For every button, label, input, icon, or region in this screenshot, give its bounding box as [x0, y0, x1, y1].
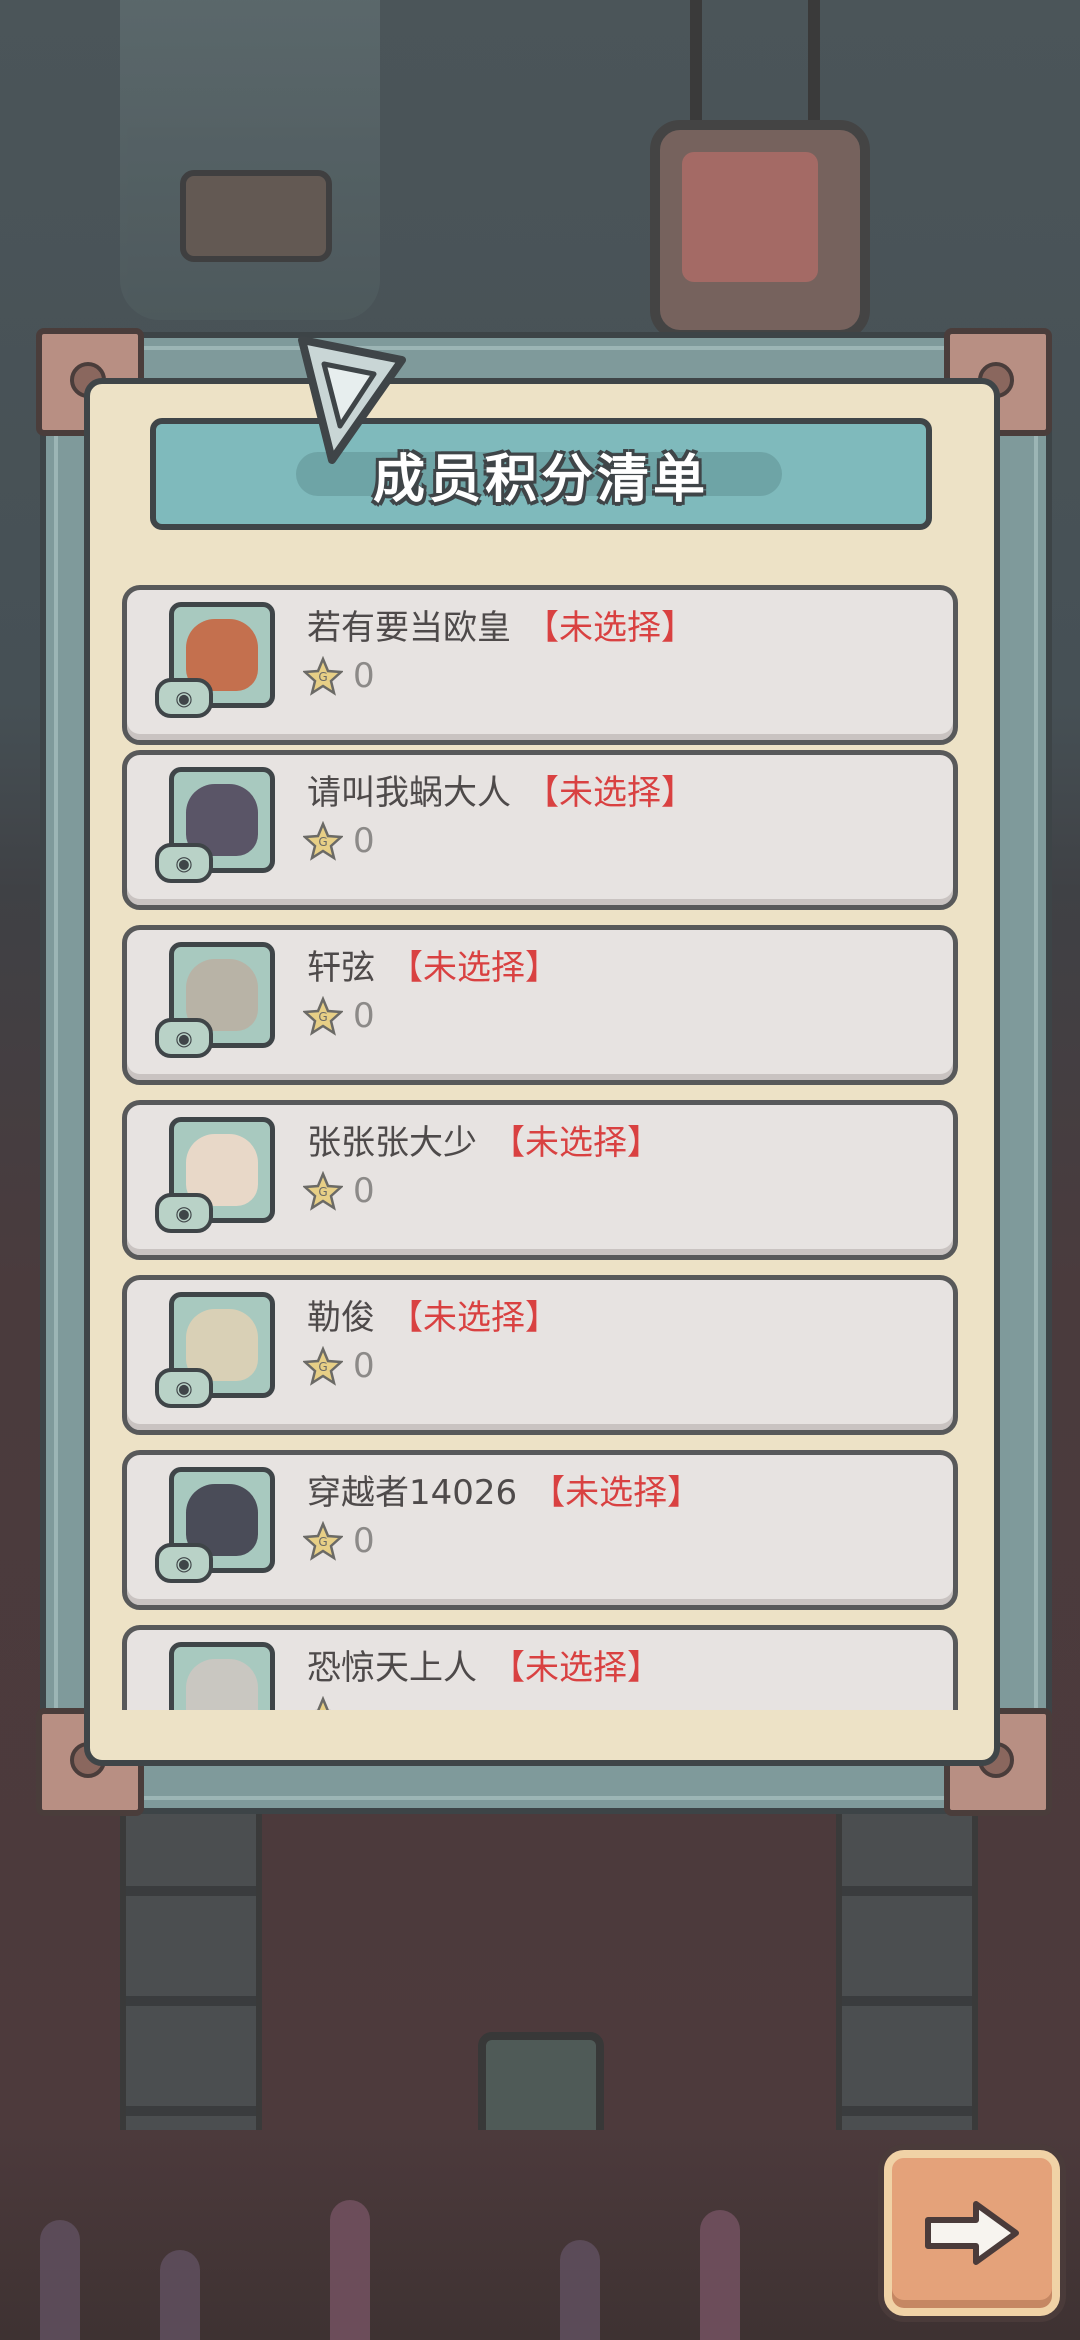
member-status: 【未选择】	[531, 1473, 702, 1513]
member-status: 【未选择】	[389, 1298, 559, 1338]
score-value: 0	[353, 1346, 375, 1386]
eye-icon[interactable]: ◉	[155, 1543, 213, 1583]
member-name: 若有要当欧皇 【未选择】	[307, 608, 695, 648]
member-name: 恐惊天上人 【未选择】	[307, 1648, 661, 1688]
member-name: 轩弦 【未选择】	[307, 948, 559, 988]
member-status: 【未选择】	[525, 773, 695, 813]
member-status: 【未选择】	[389, 948, 559, 988]
member-card[interactable]: ◉ 张张张大少 【未选择】 G 0	[122, 1100, 958, 1260]
star-icon: G	[314, 1696, 332, 1710]
next-button[interactable]	[884, 2150, 1060, 2316]
score-row: G 0	[303, 1171, 375, 1211]
star-icon: G	[303, 1171, 343, 1211]
member-list[interactable]: ◉ 若有要当欧皇 【未选择】 G 0 ◉ 请叫我蜗大人 【未选择】 G 0 ◉ 轩弦…	[110, 585, 962, 1710]
member-card[interactable]: ◉ 轩弦 【未选择】 G 0	[122, 925, 958, 1085]
member-card[interactable]: ◉ 请叫我蜗大人 【未选择】 G 0	[122, 750, 958, 910]
avatar[interactable]	[169, 1642, 275, 1710]
score-row: G 0	[303, 656, 375, 696]
score-value: 0	[353, 1521, 375, 1561]
triangle-emblem-icon	[298, 336, 406, 464]
member-name: 张张张大少 【未选择】	[307, 1123, 661, 1163]
member-card[interactable]: ◉ 恐惊天上人【未选择】 G	[122, 1625, 958, 1710]
arrow-right-icon	[925, 2201, 1019, 2265]
member-status: 【未选择】	[491, 1648, 661, 1688]
background-chain	[690, 0, 702, 140]
star-icon: G	[303, 1521, 343, 1561]
eye-icon[interactable]: ◉	[155, 1193, 213, 1233]
star-icon: G	[303, 656, 343, 696]
svg-text:G: G	[318, 835, 327, 849]
eye-icon[interactable]: ◉	[155, 678, 213, 718]
member-name: 请叫我蜗大人 【未选择】	[307, 773, 695, 813]
star-icon: G	[303, 821, 343, 861]
star-icon: G	[303, 1346, 343, 1386]
score-value: 0	[353, 821, 375, 861]
title-plate: 成员积分清单	[150, 418, 932, 530]
svg-text:G: G	[318, 1010, 327, 1024]
svg-text:G: G	[318, 670, 327, 684]
score-value: 0	[353, 1171, 375, 1211]
background-tv	[650, 120, 870, 340]
member-card[interactable]: ◉ 穿越者14026 【未选择】 G 0	[122, 1450, 958, 1610]
score-row: G 0	[303, 1346, 375, 1386]
member-card[interactable]: ◉ 勒俊 【未选择】 G 0	[122, 1275, 958, 1435]
eye-icon[interactable]: ◉	[155, 1018, 213, 1058]
score-row: G	[303, 1696, 353, 1710]
score-row: G 0	[303, 996, 375, 1036]
background-chain	[808, 0, 820, 140]
member-status: 【未选择】	[491, 1123, 661, 1163]
member-status: 【未选择】	[525, 608, 695, 648]
score-value: 0	[353, 656, 375, 696]
svg-text:G: G	[318, 1535, 327, 1549]
background-machine	[120, 0, 380, 320]
score-row: G 0	[303, 1521, 375, 1561]
member-name: 勒俊 【未选择】	[307, 1298, 559, 1338]
score-value: 0	[353, 996, 375, 1036]
score-row: G 0	[303, 821, 375, 861]
member-card[interactable]: ◉ 若有要当欧皇 【未选择】 G 0	[122, 585, 958, 745]
star-icon: G	[303, 996, 343, 1036]
panel-title: 成员积分清单	[372, 449, 709, 510]
member-name: 穿越者14026 【未选择】	[307, 1473, 702, 1513]
eye-icon[interactable]: ◉	[155, 1368, 213, 1408]
eye-icon[interactable]: ◉	[155, 843, 213, 883]
svg-text:G: G	[318, 1185, 327, 1199]
svg-text:G: G	[318, 1360, 327, 1374]
